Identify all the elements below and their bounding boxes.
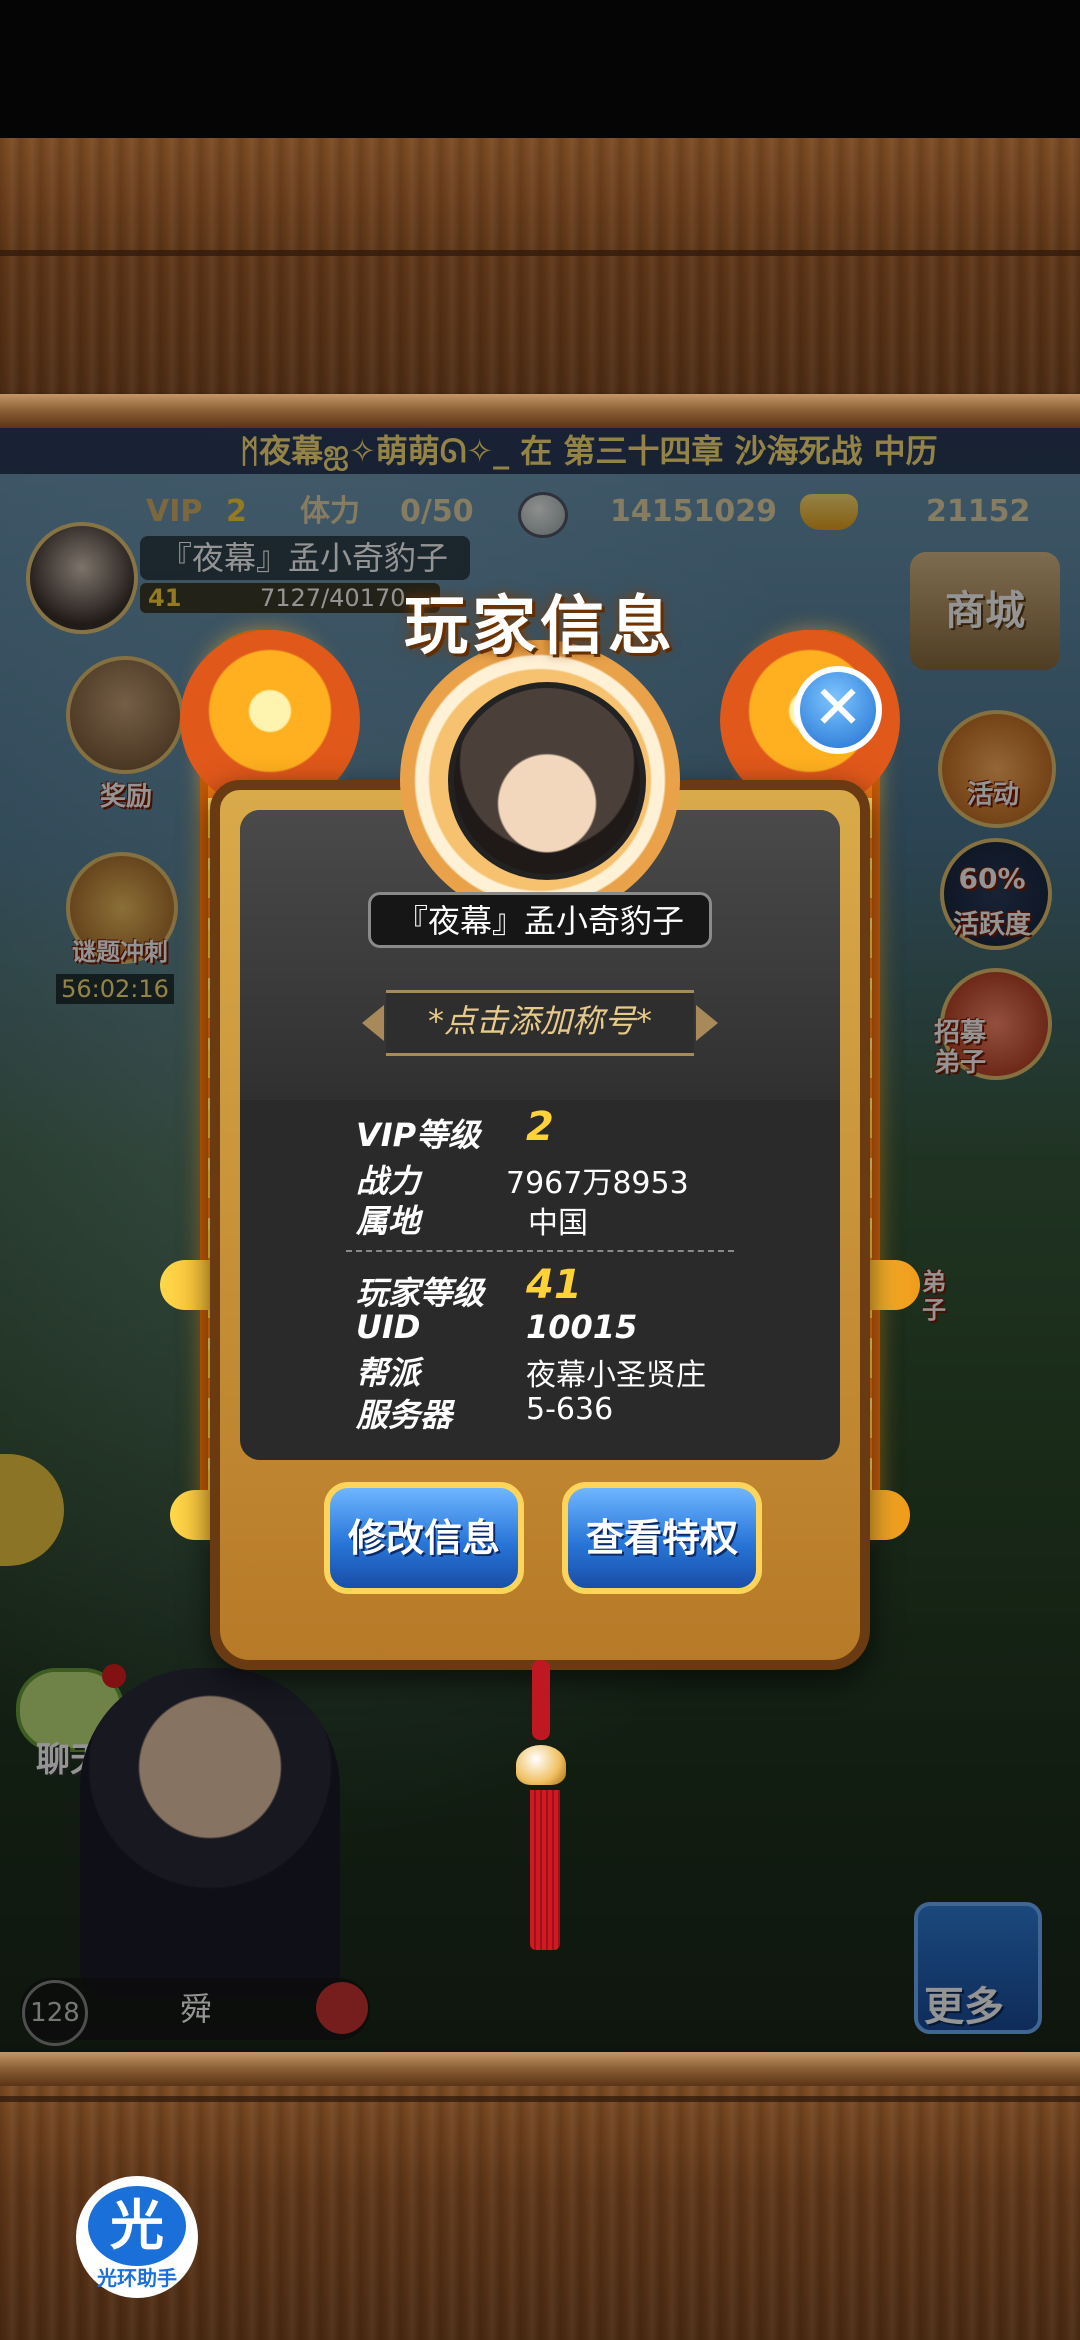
player-level-value: 41 — [526, 1262, 582, 1308]
add-title-button[interactable]: *点击添加称号* — [362, 990, 718, 1056]
region-label: 属地 — [356, 1202, 421, 1240]
view-privilege-button[interactable]: 查看特权 — [562, 1482, 762, 1594]
wood-frame-top — [0, 138, 1080, 428]
watermark-glyph: 光 — [88, 2186, 186, 2266]
vip-level-value: 2 — [526, 1104, 554, 1150]
player-name-plate: 『夜幕』孟小奇豹子 — [368, 892, 712, 948]
wood-rail-top — [0, 394, 1080, 428]
top-black-bar — [0, 0, 1080, 138]
power-value: 7967万8953 — [506, 1166, 689, 1201]
wood-rail-bottom — [0, 2052, 1080, 2086]
wood-plank-line — [0, 2096, 1080, 2102]
tassel-bell-icon — [516, 1745, 566, 1785]
wood-plank-line — [0, 250, 1080, 256]
player-portrait — [448, 682, 646, 880]
server-label: 服务器 — [356, 1396, 453, 1434]
vip-level-label: VIP等级 — [356, 1116, 481, 1154]
guild-label: 帮派 — [356, 1354, 421, 1392]
dialog-title: 玩家信息 — [404, 590, 676, 664]
region-value: 中国 — [528, 1206, 588, 1241]
tassel-thread — [530, 1790, 560, 1950]
server-value: 5-636 — [526, 1392, 614, 1427]
guild-value: 夜幕小圣贤庄 — [526, 1358, 706, 1393]
tassel-knot — [532, 1660, 550, 1740]
uid-value: 10015 — [526, 1308, 638, 1346]
dashed-divider — [346, 1250, 734, 1252]
watermark-text: 光环助手 — [97, 2266, 177, 2290]
edit-info-button[interactable]: 修改信息 — [324, 1482, 524, 1594]
uid-label: UID — [356, 1308, 421, 1346]
close-button[interactable]: ✕ — [794, 666, 882, 754]
